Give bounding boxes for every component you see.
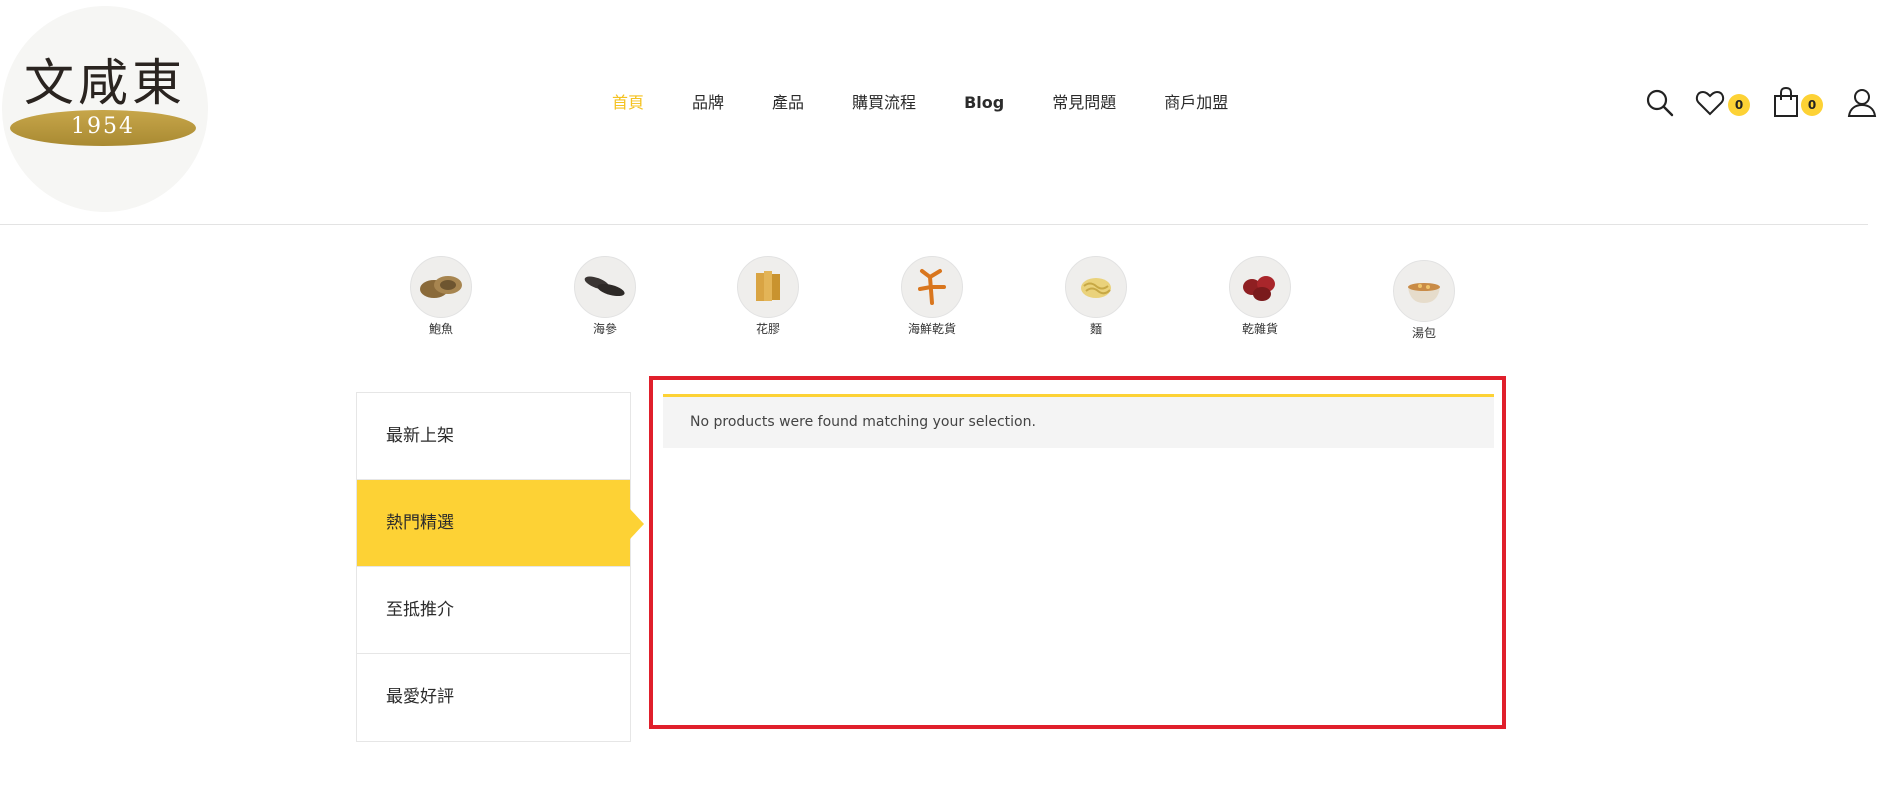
wishlist-count-badge: 0: [1728, 94, 1750, 116]
category-abalone[interactable]: 鮑魚: [396, 256, 486, 337]
category-sea-cucumber[interactable]: 海參: [560, 256, 650, 337]
abalone-icon: [410, 256, 472, 318]
search-icon[interactable]: [1645, 88, 1675, 118]
category-dry-goods[interactable]: 乾雜貨: [1215, 256, 1305, 337]
sea-cucumber-icon: [574, 256, 636, 318]
tab-best-value[interactable]: 至抵推介: [357, 567, 630, 654]
category-fish-maw[interactable]: 花膠: [723, 256, 813, 337]
category-label: 乾雜貨: [1241, 322, 1278, 336]
cart-count-badge: 0: [1801, 94, 1823, 116]
category-dried-seafood[interactable]: 海鮮乾貨: [887, 256, 977, 337]
category-label: 花膠: [755, 322, 780, 336]
tab-new-arrivals[interactable]: 最新上架: [357, 393, 630, 480]
site-header: 文咸東 1954 首頁 品牌 產品 購買流程 Blog 常見問題 商戶加盟 0 …: [0, 0, 1877, 225]
category-label: 海參: [592, 322, 617, 336]
dry-goods-icon: [1229, 256, 1291, 318]
soup-pack-icon: [1393, 260, 1455, 322]
products-panel: No products were found matching your sel…: [649, 376, 1506, 729]
no-products-notice: No products were found matching your sel…: [663, 394, 1494, 448]
category-soup-pack[interactable]: 湯包: [1379, 260, 1469, 341]
tab-popular-picks[interactable]: 熱門精選: [357, 480, 644, 567]
noodles-icon: [1065, 256, 1127, 318]
product-filter-tabs: 最新上架 熱門精選 至抵推介 最愛好評: [356, 392, 644, 742]
dried-seafood-icon: [901, 256, 963, 318]
category-strip: 鮑魚 海參 花膠 海鮮乾貨 麵 乾雜貨 湯包: [0, 256, 1886, 346]
category-label: 鮑魚: [428, 322, 453, 336]
category-noodles[interactable]: 麵: [1051, 256, 1141, 337]
user-icon[interactable]: [1847, 88, 1877, 118]
tab-top-rated[interactable]: 最愛好評: [357, 654, 630, 741]
shopping-bag-icon[interactable]: [1771, 86, 1801, 117]
heart-icon[interactable]: [1695, 88, 1725, 118]
fish-maw-icon: [737, 256, 799, 318]
header-icons: 0 0: [0, 86, 1877, 126]
category-label: 麵: [1089, 322, 1102, 336]
category-label: 湯包: [1411, 326, 1436, 340]
category-label: 海鮮乾貨: [907, 322, 956, 336]
